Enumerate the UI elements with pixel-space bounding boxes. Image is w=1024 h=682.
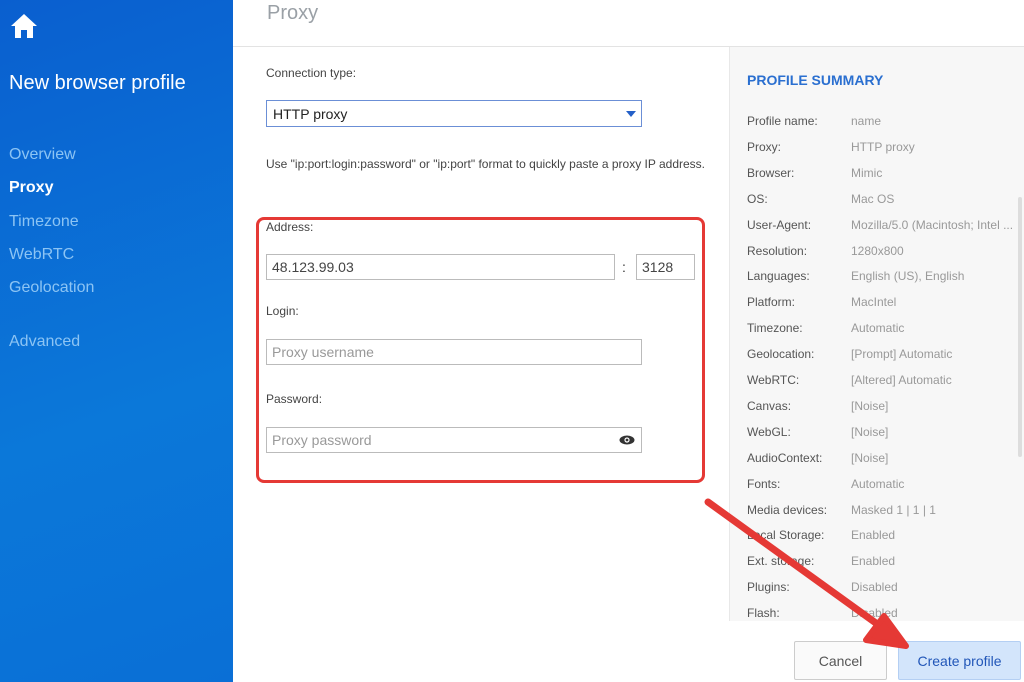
sidebar-item-overview[interactable]: Overview [9, 146, 76, 164]
summary-row: Languages: English (US), English [747, 269, 1017, 283]
summary-key: WebRTC: [747, 373, 800, 387]
summary-key: Resolution: [747, 243, 808, 258]
summary-row: Timezone: Automatic [747, 321, 1017, 335]
profile-summary: PROFILE SUMMARY Profile name: name Proxy: H… [729, 47, 1024, 621]
summary-value: [Noise] [851, 424, 889, 439]
sidebar-item-advanced[interactable]: Advanced [9, 333, 80, 351]
sidebar: New browser profile Overview Proxy Timez… [0, 0, 233, 682]
summary-row: Browser: Mimic [747, 166, 1017, 180]
summary-row: Flash: Disabled [747, 606, 1017, 620]
sidebar-title: New browser profile [9, 72, 186, 94]
sidebar-item-geolocation[interactable]: Geolocation [9, 279, 94, 297]
summary-value: [Noise] [851, 450, 889, 465]
summary-row: Profile name: name [747, 114, 1017, 128]
summary-value: name [851, 114, 882, 128]
summary-row: Ext. storage: Enabled [747, 554, 1017, 568]
summary-row: Resolution: 1280x800 [747, 244, 1017, 258]
create-profile-button[interactable]: Create profile [898, 641, 1021, 680]
summary-row: WebRTC: [Altered] Automatic [747, 373, 1017, 387]
connection-type-label: Connection type: [266, 66, 357, 80]
summary-row: Fonts: Automatic [747, 477, 1017, 491]
summary-value: HTTP proxy [851, 139, 915, 154]
home-icon[interactable] [10, 13, 38, 39]
summary-value: Mac OS [851, 191, 895, 206]
summary-key: Browser: [747, 165, 795, 180]
summary-key: Profile name: [747, 114, 818, 128]
summary-value: Automatic [851, 476, 905, 491]
connection-type-select[interactable]: HTTP proxy [266, 100, 642, 127]
summary-row: Plugins: Disabled [747, 580, 1017, 594]
summary-value: Enabled [851, 528, 896, 543]
summary-value: Mozilla/5.0 (Macintosh; Intel ... [851, 217, 1014, 232]
summary-key: Plugins: [747, 580, 790, 595]
summary-key: Languages: [747, 269, 810, 284]
summary-key: Geolocation: [747, 347, 815, 362]
caret-down-icon [626, 111, 636, 117]
summary-key: Fonts: [747, 476, 781, 491]
summary-value: Masked 1 | 1 | 1 [851, 502, 936, 517]
cancel-button[interactable]: Cancel [794, 641, 887, 680]
summary-key: Proxy: [747, 139, 782, 154]
summary-value: Mimic [851, 165, 883, 180]
summary-row: Geolocation: [Prompt] Automatic [747, 347, 1017, 361]
summary-row: User-Agent: Mozilla/5.0 (Macintosh; Intel… [747, 218, 1017, 232]
scrollbar[interactable] [1018, 197, 1022, 457]
summary-value: Disabled [851, 580, 898, 595]
summary-value: Enabled [851, 554, 896, 569]
summary-key: Platform: [747, 295, 796, 310]
sidebar-item-proxy[interactable]: Proxy [9, 179, 53, 197]
summary-value: Disabled [851, 606, 898, 621]
highlight-box [256, 217, 705, 483]
summary-value: 1280x800 [851, 243, 904, 258]
hint-text: Use "ip:port:login:password" or "ip:port… [266, 157, 706, 171]
summary-value: [Noise] [851, 398, 889, 413]
summary-value: English (US), English [851, 269, 965, 284]
summary-row: AudioContext: [Noise] [747, 451, 1017, 465]
summary-key: Media devices: [747, 502, 828, 517]
summary-title: PROFILE SUMMARY [747, 72, 884, 88]
summary-row: Local Storage: Enabled [747, 528, 1017, 542]
page-title: Proxy [267, 2, 319, 24]
summary-key: AudioContext: [747, 450, 823, 465]
summary-row: Media devices: Masked 1 | 1 | 1 [747, 503, 1017, 517]
summary-row: OS: Mac OS [747, 192, 1017, 206]
sidebar-item-timezone[interactable]: Timezone [9, 213, 79, 231]
summary-key: WebGL: [747, 424, 791, 439]
summary-key: Flash: [747, 606, 780, 621]
summary-key: User-Agent: [747, 217, 812, 232]
summary-row: WebGL: [Noise] [747, 425, 1017, 439]
select-value: HTTP proxy [273, 106, 348, 122]
summary-key: Canvas: [747, 398, 792, 413]
summary-key: Local Storage: [747, 528, 825, 543]
summary-key: OS: [747, 191, 768, 206]
summary-value: MacIntel [851, 295, 897, 310]
summary-row: Platform: MacIntel [747, 295, 1017, 309]
summary-value: [Altered] Automatic [851, 373, 952, 387]
sidebar-item-webrtc[interactable]: WebRTC [9, 246, 74, 264]
summary-value: [Prompt] Automatic [851, 347, 953, 362]
summary-row: Proxy: HTTP proxy [747, 140, 1017, 154]
summary-key: Timezone: [747, 321, 803, 336]
summary-value: Automatic [851, 321, 905, 336]
summary-row: Canvas: [Noise] [747, 399, 1017, 413]
summary-key: Ext. storage: [747, 554, 815, 569]
